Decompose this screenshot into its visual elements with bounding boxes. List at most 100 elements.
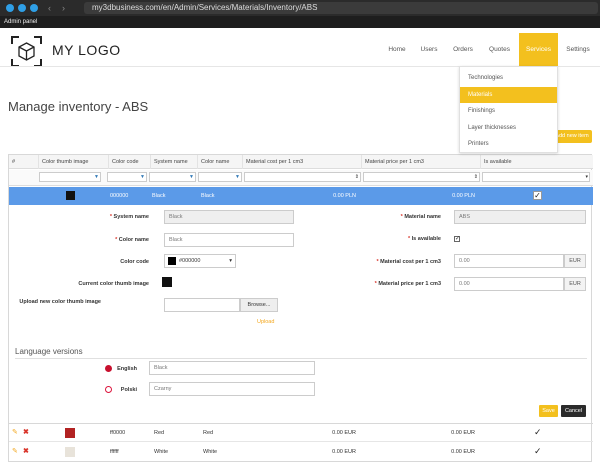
col-header-thumb[interactable]: Color thumb image bbox=[39, 155, 109, 169]
polski-label: Polski bbox=[120, 387, 137, 393]
forward-arrow-icon[interactable]: › bbox=[62, 2, 65, 14]
delete-icon[interactable]: ✖ bbox=[23, 447, 29, 455]
col-header-price[interactable]: Material price per 1 cm3 bbox=[362, 155, 481, 169]
cell-color-code: ffffff bbox=[110, 449, 119, 455]
filter-icon: ▼ bbox=[94, 174, 99, 180]
material-name-label: * Material name bbox=[400, 214, 441, 220]
cell-color-name: Red bbox=[203, 430, 214, 436]
grid-header-row: # Color thumb image Color code System na… bbox=[9, 155, 593, 169]
filter-icon: ▼ bbox=[189, 174, 194, 180]
upload-label: Upload new color thumb image bbox=[19, 299, 101, 305]
window-dot-icon[interactable] bbox=[6, 4, 14, 12]
window-dot-icon[interactable] bbox=[18, 4, 26, 12]
menu-item-materials[interactable]: Materials bbox=[460, 87, 557, 103]
cell-price: 0.00 EUR bbox=[451, 449, 475, 455]
section-divider bbox=[15, 358, 587, 359]
col-header-available[interactable]: Is available bbox=[481, 155, 593, 169]
menu-item-technologies[interactable]: Technologies bbox=[460, 70, 557, 86]
system-name-field[interactable]: Black bbox=[164, 210, 294, 224]
filter-icon: ▼ bbox=[140, 174, 145, 180]
price-field[interactable]: 0.00 bbox=[454, 277, 564, 291]
edit-icon[interactable]: ✎ bbox=[12, 447, 18, 455]
filter-system-name[interactable]: ▼ bbox=[149, 172, 196, 182]
save-button[interactable]: Save bbox=[539, 405, 558, 417]
dropdown-caret-icon: ▾ bbox=[229, 258, 232, 264]
language-versions-title: Language versions bbox=[15, 347, 83, 356]
cell-color-code: ff0000 bbox=[110, 430, 126, 436]
cell-color-name: Black bbox=[201, 193, 215, 199]
color-swatch bbox=[65, 447, 75, 457]
filter-available[interactable]: ▾ bbox=[482, 172, 590, 182]
table-row[interactable]: ✎ ✖ ffffff White White 0.00 EUR 0.00 EUR… bbox=[9, 443, 593, 461]
filter-cost[interactable]: ⇕ bbox=[244, 172, 361, 182]
delete-icon[interactable]: ✖ bbox=[23, 428, 29, 436]
cancel-button[interactable]: Cancel bbox=[561, 405, 586, 417]
stepper-icon: ⇕ bbox=[473, 174, 478, 180]
nav-services[interactable]: Services bbox=[519, 33, 558, 66]
col-header-color-name[interactable]: Color name bbox=[198, 155, 243, 169]
price-label: * Material price per 1 cm3 bbox=[374, 281, 441, 287]
cost-field[interactable]: 0.00 bbox=[454, 254, 564, 268]
color-name-field[interactable]: Black bbox=[164, 233, 294, 247]
dropdown-caret-icon: ▾ bbox=[585, 174, 588, 180]
add-new-item-button[interactable]: Add new item bbox=[552, 130, 592, 143]
cell-system-name: Black bbox=[152, 193, 166, 199]
filter-thumb[interactable]: ▼ bbox=[39, 172, 101, 182]
english-label: English bbox=[117, 366, 137, 372]
nav-quotes[interactable]: Quotes bbox=[485, 33, 514, 66]
table-row[interactable]: ✎ ✖ ff0000 Red Red 0.00 EUR 0.00 EUR ✓ bbox=[9, 424, 593, 442]
nav-orders[interactable]: Orders bbox=[449, 33, 477, 66]
is-available-checkbox[interactable]: ✓ bbox=[454, 236, 460, 242]
cell-system-name: White bbox=[154, 449, 169, 455]
address-bar[interactable]: my3dbusiness.com/en/Admin/Services/Mater… bbox=[84, 2, 598, 14]
nav-home[interactable]: Home bbox=[384, 33, 410, 66]
cell-cost: 0.00 PLN bbox=[333, 193, 356, 199]
system-name-label: * System name bbox=[109, 214, 149, 220]
filter-color-code[interactable]: ▼ bbox=[107, 172, 147, 182]
is-available-label: * Is available bbox=[407, 236, 441, 242]
browser-chrome: ‹ › my3dbusiness.com/en/Admin/Services/M… bbox=[0, 0, 600, 16]
material-name-field[interactable]: ABS bbox=[454, 210, 586, 224]
polski-name-field[interactable]: Czarny bbox=[149, 382, 315, 396]
cell-cost: 0.00 EUR bbox=[332, 449, 356, 455]
col-header-system-name[interactable]: System name bbox=[151, 155, 198, 169]
admin-panel-bar[interactable]: Admin panel bbox=[0, 16, 600, 28]
menu-item-finishings[interactable]: Finishings bbox=[460, 103, 557, 119]
cell-color-name: White bbox=[203, 449, 218, 455]
upload-file-field[interactable] bbox=[164, 298, 240, 312]
color-swatch bbox=[66, 191, 75, 200]
available-check-icon: ✓ bbox=[534, 446, 542, 456]
window-dot-icon[interactable] bbox=[30, 4, 38, 12]
color-name-label: * Color name bbox=[115, 237, 149, 243]
current-thumb-label: Current color thumb image bbox=[78, 281, 149, 287]
filter-color-name[interactable]: ▼ bbox=[198, 172, 242, 182]
color-swatch bbox=[65, 428, 75, 438]
edit-icon[interactable]: ✎ bbox=[12, 428, 18, 436]
inventory-grid: # Color thumb image Color code System na… bbox=[8, 154, 593, 462]
color-swatch bbox=[168, 257, 176, 265]
browse-button[interactable]: Browse... bbox=[240, 298, 278, 312]
available-check-icon: ✓ bbox=[534, 427, 542, 437]
available-checkbox[interactable]: ✓ bbox=[533, 191, 542, 200]
color-code-label: Color code bbox=[120, 259, 149, 265]
col-header-cost[interactable]: Material cost per 1 cm3 bbox=[243, 155, 362, 169]
current-thumb-image bbox=[162, 277, 172, 287]
menu-item-layer-thicknesses[interactable]: Layer thicknesses bbox=[460, 120, 557, 136]
upload-link[interactable]: Upload bbox=[257, 319, 274, 325]
back-arrow-icon[interactable]: ‹ bbox=[48, 2, 51, 14]
english-name-field[interactable]: Black bbox=[149, 361, 315, 375]
logo-icon[interactable] bbox=[11, 36, 42, 67]
table-row-selected[interactable]: 000000 Black Black 0.00 PLN 0.00 PLN ✓ bbox=[9, 187, 593, 205]
logo-text: MY LOGO bbox=[52, 42, 121, 58]
filter-price[interactable]: ⇕ bbox=[363, 172, 480, 182]
grid-filter-row: ▼ ▼ ▼ ▼ ⇕ ⇕ ▾ bbox=[9, 170, 593, 186]
col-header-index[interactable]: # bbox=[9, 155, 39, 169]
nav-settings[interactable]: Settings bbox=[562, 33, 594, 66]
cost-label: * Material cost per 1 cm3 bbox=[376, 259, 441, 265]
color-code-picker[interactable]: #000000 ▾ bbox=[164, 254, 236, 268]
nav-users[interactable]: Users bbox=[416, 33, 442, 66]
menu-item-printers[interactable]: Printers bbox=[460, 136, 557, 152]
stepper-icon: ⇕ bbox=[354, 174, 359, 180]
col-header-color-code[interactable]: Color code bbox=[109, 155, 151, 169]
cell-price: 0.00 EUR bbox=[451, 430, 475, 436]
